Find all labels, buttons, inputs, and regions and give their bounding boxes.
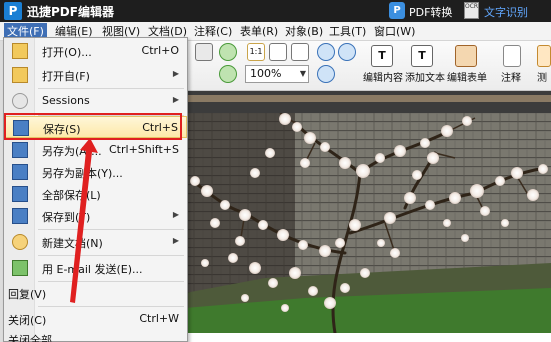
edit-form-label[interactable]: 编辑表单 [447,69,487,84]
menu-item-save-copy[interactable]: 另存为副本(Y)... [4,161,187,183]
menu-item-revert[interactable]: 回复(V) [4,282,187,304]
menu-item-label: 关闭(C) [8,314,47,327]
select-tool-icon[interactable] [195,43,213,61]
submenu-arrow-icon: ▶ [172,236,179,245]
title-bar: P 迅捷PDF编辑器 P PDF转换 OCR 文字识别 [0,0,551,22]
submenu-arrow-icon: ▶ [172,95,179,104]
menu-item-shortcut: Ctrl+W [139,312,179,325]
add-text-label[interactable]: 添加文本 [405,69,445,84]
menu-separator [38,306,184,307]
zoom-in-icon[interactable] [317,43,335,61]
menu-item-save-all[interactable]: 全部保存(L) [4,183,187,205]
menu-item-label: 新建文档(N) [42,237,103,250]
menu-separator [38,229,184,230]
toolbar: 1:1 100% ▼ T 编辑内容 T 添加文本 编辑表单 注释 测 [185,41,551,91]
menu-item-label: 另存为(A)... [42,145,102,158]
menu-tools[interactable]: 工具(T) [329,24,366,39]
pdf-convert-icon[interactable]: P [389,2,405,19]
page-edge [185,95,551,102]
comment-icon[interactable] [503,45,521,67]
menu-item-label: 另存为副本(Y)... [42,167,123,180]
submenu-arrow-icon: ▶ [172,69,179,78]
actual-size-icon[interactable]: 1:1 [247,43,265,61]
menu-separator [38,88,184,89]
chevron-down-icon: ▼ [299,69,306,78]
menu-item-close[interactable]: 关闭(C) Ctrl+W [4,308,187,330]
zoom-plus-icon[interactable] [317,65,335,83]
menu-item-close-all[interactable]: 关闭全部 [4,328,187,342]
menu-item-save-as[interactable]: 另存为(A)... Ctrl+Shift+S [4,139,187,161]
open-folder-icon [12,43,28,59]
menu-item-sessions[interactable]: Sessions ▶ [4,90,187,112]
edit-content-label[interactable]: 编辑内容 [363,69,403,84]
document-photo [185,113,551,333]
menu-object[interactable]: 对象(B) [285,24,323,39]
save-as-icon [12,142,28,158]
menu-item-label: 打开(O)... [42,46,92,59]
menu-item-label: Sessions [42,94,90,107]
menu-item-email[interactable]: 用 E-mail 发送(E)... [4,257,187,279]
measure-label[interactable]: 测 [537,69,547,84]
menu-item-save-to[interactable]: 保存到(T) ▶ [4,205,187,227]
save-all-icon [12,186,28,202]
submenu-arrow-icon: ▶ [172,210,179,219]
menu-item-shortcut: Ctrl+O [141,44,179,57]
add-text-icon[interactable]: T [411,45,433,67]
new-document-icon [12,234,28,250]
app-title: 迅捷PDF编辑器 [27,5,114,19]
measure-icon[interactable] [537,45,551,67]
sessions-icon [12,93,28,109]
file-menu-dropdown: 打开(O)... Ctrl+O 打开自(F) ▶ Sessions ▶ 保存(S… [3,37,188,342]
comment-label[interactable]: 注释 [501,69,521,84]
menu-item-label: 用 E-mail 发送(E)... [42,263,143,276]
menu-item-label: 打开自(F) [42,70,90,83]
pdf-convert-button[interactable]: PDF转换 [409,4,452,20]
menu-item-label: 回复(V) [8,288,47,301]
save-copy-icon [12,164,28,180]
fit-width-icon[interactable] [291,43,309,61]
save-to-icon [12,208,28,224]
menu-window[interactable]: 窗口(W) [374,24,415,39]
edit-form-icon[interactable] [455,45,477,67]
rotate-icon[interactable] [219,43,237,61]
menu-item-new-document[interactable]: 新建文档(N) ▶ [4,231,187,253]
edit-content-icon[interactable]: T [371,45,393,67]
document-page-bottom [185,333,551,342]
menu-item-label: 保存到(T) [42,211,91,224]
menu-comment[interactable]: 注释(C) [194,24,232,39]
highlight-box [4,113,182,140]
rotate-back-icon[interactable] [219,65,237,83]
menu-item-label: 关闭全部 [8,334,52,342]
zoom-out-icon[interactable] [338,43,356,61]
menu-item-open[interactable]: 打开(O)... Ctrl+O [4,40,187,62]
ocr-button[interactable]: 文字识别 [484,4,528,20]
menu-item-shortcut: Ctrl+Shift+S [109,143,179,156]
menu-form[interactable]: 表单(R) [240,24,278,39]
email-icon [12,260,28,276]
zoom-value: 100% [250,67,282,80]
menu-item-open-from[interactable]: 打开自(F) ▶ [4,64,187,86]
ocr-icon[interactable]: OCR [464,2,479,19]
menu-item-label: 全部保存(L) [42,189,101,202]
menu-separator [38,255,184,256]
fit-page-icon[interactable] [269,43,287,61]
app-logo: P [4,2,22,20]
zoom-select[interactable]: 100% ▼ [245,65,309,83]
open-from-icon [12,67,28,83]
